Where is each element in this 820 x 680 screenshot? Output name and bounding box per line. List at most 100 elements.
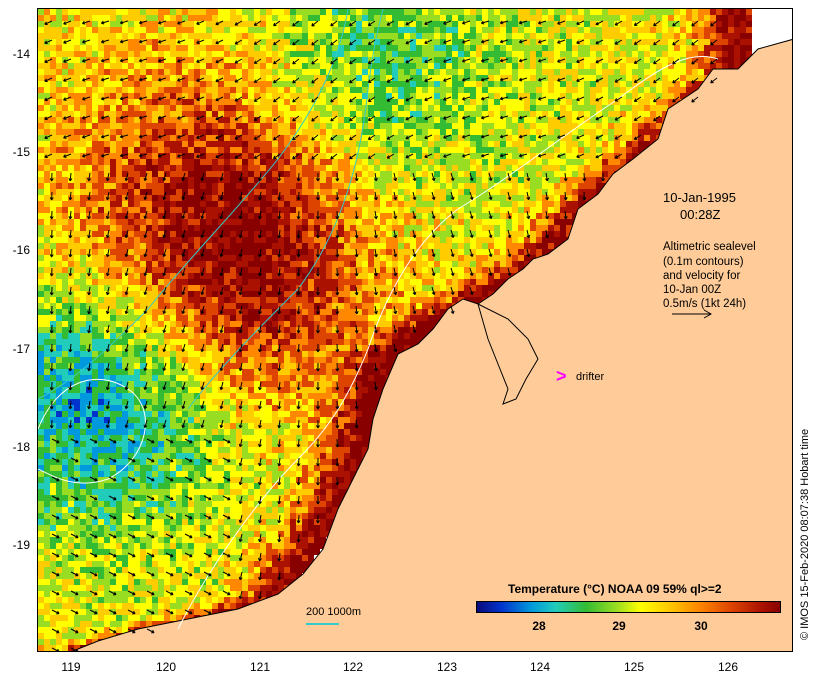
sst-pixel — [50, 285, 56, 291]
sst-pixel — [68, 39, 74, 45]
sst-pixel — [476, 123, 482, 129]
sst-pixel — [434, 201, 440, 207]
sst-pixel — [344, 177, 350, 183]
sst-pixel — [152, 261, 158, 267]
sst-pixel — [188, 147, 194, 153]
sst-pixel — [38, 39, 44, 45]
sst-pixel — [128, 177, 134, 183]
sst-pixel — [152, 69, 158, 75]
sst-pixel — [500, 255, 506, 261]
sst-pixel — [224, 27, 230, 33]
sst-pixel — [170, 261, 176, 267]
sst-pixel — [62, 147, 68, 153]
sst-pixel — [380, 231, 386, 237]
sst-pixel — [350, 237, 356, 243]
sst-pixel — [188, 135, 194, 141]
sst-pixel — [206, 147, 212, 153]
sst-pixel — [398, 15, 404, 21]
sst-pixel — [212, 237, 218, 243]
sst-pixel — [242, 165, 248, 171]
sst-pixel — [164, 147, 170, 153]
sst-pixel — [194, 105, 200, 111]
sst-pixel — [494, 105, 500, 111]
sst-pixel — [542, 105, 548, 111]
sst-pixel — [734, 45, 740, 51]
sst-pixel — [440, 147, 446, 153]
sst-pixel — [62, 201, 68, 207]
sst-pixel — [404, 87, 410, 93]
sst-pixel — [716, 45, 722, 51]
sst-pixel — [134, 87, 140, 93]
sst-pixel — [422, 177, 428, 183]
sst-pixel — [50, 105, 56, 111]
sst-pixel — [38, 87, 44, 93]
sst-pixel — [662, 99, 668, 105]
sst-pixel — [176, 207, 182, 213]
sst-pixel — [416, 273, 422, 279]
sst-pixel — [164, 207, 170, 213]
sst-pixel — [98, 27, 104, 33]
sst-pixel — [470, 141, 476, 147]
sst-pixel — [260, 87, 266, 93]
sst-pixel — [536, 15, 542, 21]
sst-pixel — [152, 153, 158, 159]
sst-pixel — [140, 171, 146, 177]
sst-pixel — [446, 201, 452, 207]
sst-pixel — [452, 33, 458, 39]
sst-pixel — [608, 39, 614, 45]
sst-pixel — [302, 243, 308, 249]
sst-pixel — [404, 129, 410, 135]
sst-pixel — [98, 123, 104, 129]
sst-pixel — [38, 15, 44, 21]
sst-pixel — [302, 207, 308, 213]
sst-pixel — [254, 45, 260, 51]
sst-pixel — [380, 57, 386, 63]
sst-pixel — [560, 81, 566, 87]
sst-pixel — [512, 129, 518, 135]
sst-pixel — [86, 129, 92, 135]
sst-pixel — [272, 111, 278, 117]
sst-pixel — [602, 81, 608, 87]
sst-pixel — [56, 297, 62, 303]
sst-pixel — [566, 171, 572, 177]
sst-pixel — [104, 39, 110, 45]
sst-pixel — [590, 141, 596, 147]
sst-pixel — [116, 99, 122, 105]
sst-pixel — [464, 249, 470, 255]
sst-pixel — [74, 111, 80, 117]
sst-pixel — [302, 33, 308, 39]
sst-pixel — [476, 129, 482, 135]
sst-pixel — [686, 33, 692, 39]
sst-pixel — [80, 279, 86, 285]
sst-pixel — [212, 33, 218, 39]
sst-pixel — [596, 33, 602, 39]
sst-pixel — [530, 75, 536, 81]
sst-pixel — [440, 129, 446, 135]
sst-pixel — [212, 105, 218, 111]
sst-pixel — [374, 69, 380, 75]
sst-pixel — [494, 9, 500, 15]
sst-pixel — [482, 147, 488, 153]
sst-pixel — [206, 291, 212, 297]
sst-pixel — [38, 171, 44, 177]
sst-pixel — [218, 33, 224, 39]
sst-pixel — [374, 297, 380, 303]
sst-pixel — [590, 171, 596, 177]
sst-pixel — [266, 15, 272, 21]
sst-pixel — [44, 45, 50, 51]
sst-pixel — [530, 63, 536, 69]
sst-pixel — [80, 33, 86, 39]
sst-pixel — [224, 123, 230, 129]
sst-pixel — [638, 87, 644, 93]
sst-pixel — [656, 15, 662, 21]
sst-pixel — [506, 147, 512, 153]
sst-pixel — [440, 69, 446, 75]
sst-pixel — [68, 165, 74, 171]
sst-pixel — [362, 273, 368, 279]
sst-pixel — [128, 255, 134, 261]
sst-pixel — [176, 279, 182, 285]
sst-pixel — [362, 135, 368, 141]
sst-pixel — [368, 213, 374, 219]
sst-pixel — [92, 219, 98, 225]
sst-pixel — [344, 279, 350, 285]
